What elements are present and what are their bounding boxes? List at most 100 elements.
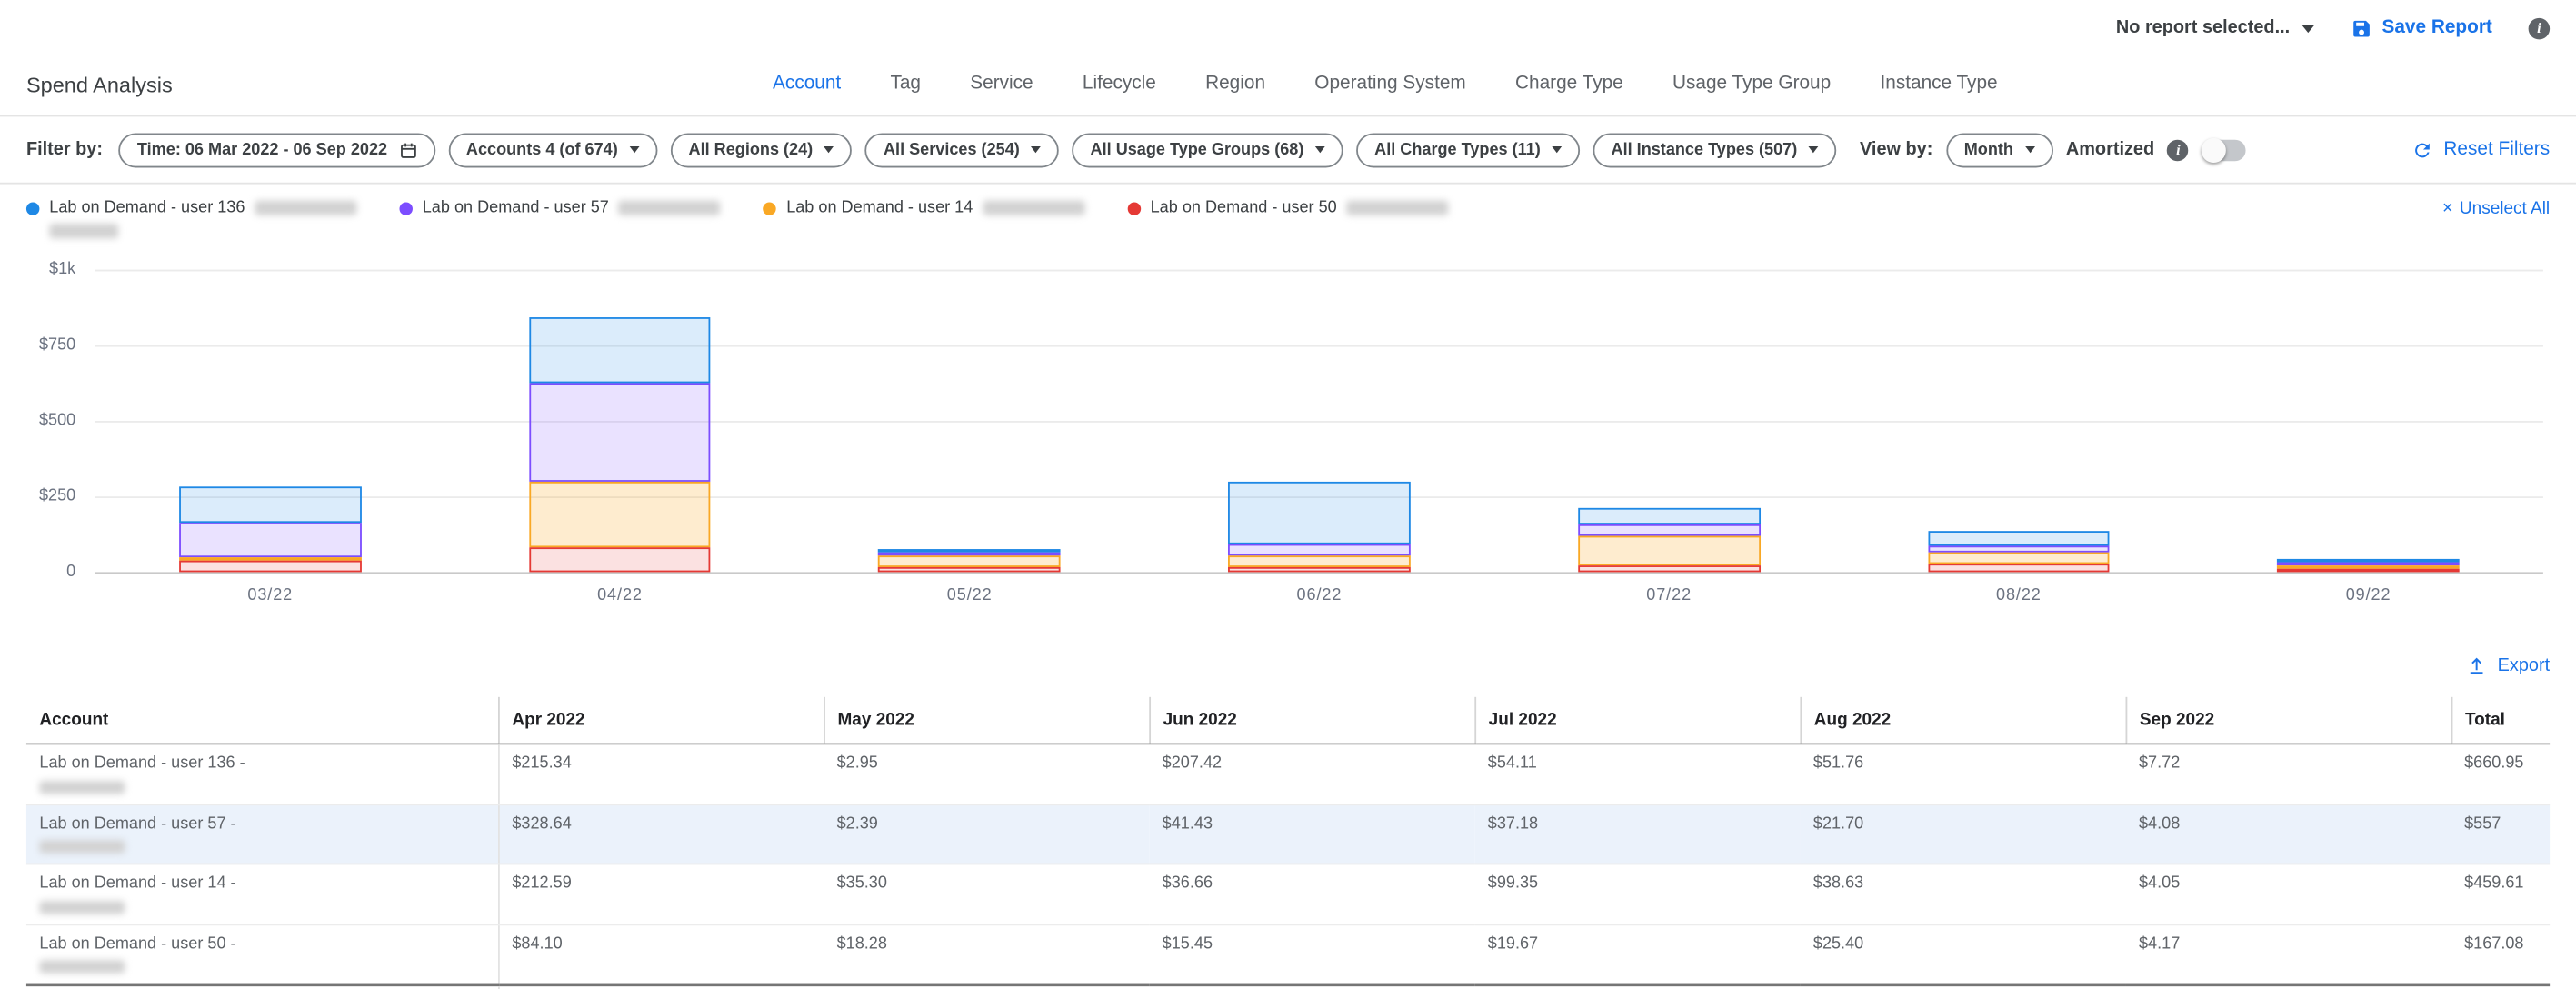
bar-segment-lab-on-demand-user-50[interactable] (1228, 567, 1410, 572)
legend-item-lab-on-demand-user-57[interactable]: Lab on Demand - user 57 (399, 199, 720, 217)
legend-color-dot (399, 202, 412, 215)
bar-segment-lab-on-demand-user-14[interactable] (1578, 536, 1760, 566)
legend-item-main: Lab on Demand - user 136 (26, 199, 356, 217)
info-icon[interactable]: i (2168, 139, 2190, 161)
export-button[interactable]: Export (2466, 655, 2550, 677)
bar-segment-lab-on-demand-user-136[interactable] (179, 487, 361, 523)
stacked-bar-05-22[interactable] (879, 270, 1061, 573)
table-row[interactable]: Lab on Demand - user 14 -$212.59$35.30$3… (26, 864, 2550, 924)
bar-segment-lab-on-demand-user-57[interactable] (179, 523, 361, 557)
refresh-icon (2412, 139, 2434, 161)
x-axis-label: 05/22 (794, 587, 1144, 605)
y-axis-label: $500 (39, 412, 75, 430)
table-row[interactable]: Lab on Demand - user 136 -$215.34$2.95$2… (26, 744, 2550, 804)
stacked-bar-07-22[interactable] (1578, 270, 1760, 573)
legend-color-dot (1127, 202, 1140, 215)
bar-segment-lab-on-demand-user-57[interactable] (529, 383, 711, 482)
info-icon[interactable]: i (2529, 17, 2551, 39)
usage-type-groups-filter[interactable]: All Usage Type Groups (68) (1073, 133, 1343, 167)
bar-segment-lab-on-demand-user-50[interactable] (1928, 564, 2110, 572)
unselect-all-label: Unselect All (2460, 199, 2550, 219)
stacked-bar-04-22[interactable] (529, 270, 711, 573)
view-by-label: View by: (1860, 140, 1932, 160)
charge-types-filter[interactable]: All Charge Types (11) (1356, 133, 1580, 167)
account-cell: Lab on Demand - user 136 - (26, 744, 498, 804)
chart-column-06-22: 06/22 (1144, 270, 1494, 573)
legend-item-lab-on-demand-user-50[interactable]: Lab on Demand - user 50 (1127, 199, 1448, 217)
bar-segment-lab-on-demand-user-57[interactable] (1228, 544, 1410, 556)
instance-types-filter[interactable]: All Instance Types (507) (1593, 133, 1837, 167)
close-icon: × (2442, 200, 2453, 218)
spend-bar-chart: $1k$750$500$2500 03/2204/2205/2206/2207/… (26, 256, 2550, 614)
report-selector-dropdown[interactable]: No report selected... (2116, 18, 2314, 38)
tab-lifecycle[interactable]: Lifecycle (1083, 74, 1156, 94)
tab-region[interactable]: Region (1205, 74, 1265, 94)
legend-item-lab-on-demand-user-14[interactable]: Lab on Demand - user 14 (764, 199, 1084, 217)
x-axis-label: 07/22 (1494, 587, 1844, 605)
regions-filter[interactable]: All Regions (24) (671, 133, 853, 167)
unselect-all-button[interactable]: × Unselect All (2442, 199, 2550, 219)
bar-segment-lab-on-demand-user-50[interactable] (2278, 569, 2460, 573)
amortized-toggle[interactable] (2202, 139, 2247, 161)
filter-pill-label: All Usage Type Groups (68) (1091, 141, 1304, 159)
filter-bar: Filter by: Time: 06 Mar 2022 - 06 Sep 20… (0, 116, 2576, 184)
stacked-bar-09-22[interactable] (2278, 270, 2460, 573)
legend-color-dot (26, 202, 39, 215)
total-value-cell: $300.95 (1149, 984, 1474, 989)
reset-filters-button[interactable]: Reset Filters (2412, 139, 2550, 161)
export-label: Export (2498, 656, 2551, 676)
services-filter[interactable]: All Services (254) (865, 133, 1059, 167)
value-cell: $660.95 (2451, 744, 2551, 804)
save-report-button[interactable]: Save Report (2351, 17, 2492, 39)
save-report-label: Save Report (2381, 18, 2491, 38)
bar-segment-lab-on-demand-user-136[interactable] (1228, 481, 1410, 544)
export-row: Export (0, 648, 2576, 684)
bar-segment-lab-on-demand-user-14[interactable] (1928, 553, 2110, 564)
bar-segment-lab-on-demand-user-50[interactable] (1578, 566, 1760, 573)
table-row[interactable]: Lab on Demand - user 57 -$328.64$2.39$41… (26, 804, 2550, 864)
stacked-bar-03-22[interactable] (179, 270, 361, 573)
column-header-total: Total (2451, 697, 2551, 744)
tab-account[interactable]: Account (773, 74, 841, 94)
legend-item-main: Lab on Demand - user 57 (399, 199, 720, 217)
page-title: Spend Analysis (26, 72, 173, 96)
bar-segment-lab-on-demand-user-136[interactable] (1928, 531, 2110, 546)
stacked-bar-08-22[interactable] (1928, 270, 2110, 573)
tab-charge-type[interactable]: Charge Type (1515, 74, 1623, 94)
column-header-apr-2022: Apr 2022 (498, 697, 824, 744)
chart-column-09-22: 09/22 (2193, 270, 2543, 573)
plot-area: 03/2204/2205/2206/2207/2208/2209/22 (95, 270, 2543, 573)
bar-segment-lab-on-demand-user-136[interactable] (1578, 508, 1760, 524)
view-by-dropdown[interactable]: Month (1946, 133, 2053, 167)
legend-label: Lab on Demand - user 50 (1151, 199, 1337, 217)
column-header-may-2022: May 2022 (824, 697, 1149, 744)
y-axis-label: $1k (49, 261, 75, 279)
table-row[interactable]: Lab on Demand - user 50 -$84.10$18.28$15… (26, 924, 2550, 984)
bar-segment-lab-on-demand-user-50[interactable] (529, 546, 711, 572)
bar-segment-lab-on-demand-user-57[interactable] (1928, 546, 2110, 553)
stacked-bar-06-22[interactable] (1228, 270, 1410, 573)
column-header-jun-2022: Jun 2022 (1149, 697, 1474, 744)
bar-segment-lab-on-demand-user-57[interactable] (1578, 524, 1760, 535)
y-axis-label: 0 (66, 563, 75, 581)
y-axis: $1k$750$500$2500 (26, 270, 82, 573)
tab-usage-type-group[interactable]: Usage Type Group (1672, 74, 1831, 94)
accounts-filter[interactable]: Accounts 4 (of 674) (448, 133, 657, 167)
tab-operating-system[interactable]: Operating System (1314, 74, 1465, 94)
bar-segment-lab-on-demand-user-50[interactable] (179, 561, 361, 572)
tab-instance-type[interactable]: Instance Type (1880, 74, 1997, 94)
bar-segment-lab-on-demand-user-136[interactable] (529, 318, 711, 384)
legend-item-lab-on-demand-user-136[interactable]: Lab on Demand - user 136 (26, 199, 356, 238)
bar-segment-lab-on-demand-user-14[interactable] (1228, 556, 1410, 567)
tab-tag[interactable]: Tag (890, 74, 921, 94)
title-tabs-row: Spend Analysis Account Tag Service Lifecycl… (0, 53, 2576, 117)
bar-segment-lab-on-demand-user-14[interactable] (529, 483, 711, 547)
legend-item-main: Lab on Demand - user 50 (1127, 199, 1448, 217)
save-icon (2351, 17, 2372, 39)
gridline (95, 572, 2543, 574)
chevron-down-icon (1315, 146, 1325, 153)
bar-segment-lab-on-demand-user-50[interactable] (879, 566, 1061, 572)
bar-segment-lab-on-demand-user-14[interactable] (879, 556, 1061, 567)
tab-service[interactable]: Service (970, 74, 1033, 94)
time-filter[interactable]: Time: 06 Mar 2022 - 06 Sep 2022 (119, 133, 435, 167)
